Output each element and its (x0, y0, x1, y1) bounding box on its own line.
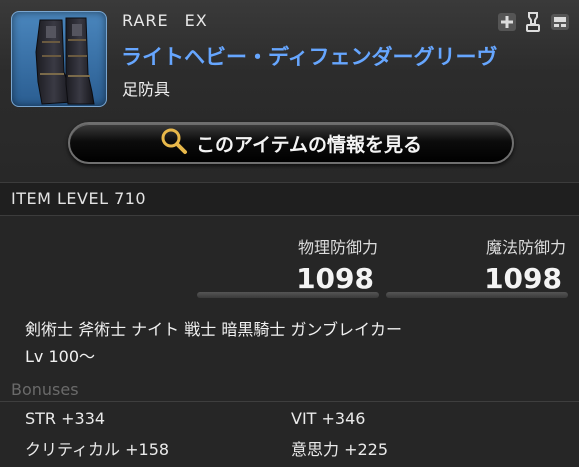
glamour-icon[interactable] (522, 11, 544, 33)
bonus-str: STR +334 (25, 409, 106, 428)
bonuses-title: Bonuses (11, 380, 79, 399)
boots-icon[interactable] (11, 11, 107, 107)
physical-defense-value: 1098 (296, 262, 374, 295)
ex-label: EX (184, 11, 208, 30)
item-name: ライトヘビー・ディフェンダーグリーヴ (121, 45, 498, 69)
bonus-critical: クリティカル +158 (25, 440, 170, 459)
bonus-determination: 意思力 +225 (291, 440, 389, 459)
dye-icon[interactable] (549, 11, 571, 33)
magnifier-icon (160, 127, 188, 159)
magic-defense-value: 1098 (484, 262, 562, 295)
item-header: RARE EX ライトヘビー・ディフェンダーグリーヴ 足防具 このアイテムの情報… (0, 0, 579, 182)
item-level-bar: ITEM LEVEL 710 (0, 182, 579, 216)
magic-defense-bar (386, 292, 568, 298)
item-slot: 足防具 (122, 80, 171, 99)
item-info-button[interactable]: このアイテムの情報を見る (68, 122, 514, 164)
required-level: Lv 100～ (25, 347, 96, 366)
item-rarity: RARE EX (122, 11, 208, 30)
job-list: 剣術士 斧術士 ナイト 戦士 暗黒騎士 ガンブレイカー (25, 320, 402, 339)
item-level: ITEM LEVEL 710 (11, 189, 147, 208)
physical-defense-label: 物理防御力 (297, 238, 378, 257)
bonus-vit: VIT +346 (291, 409, 366, 428)
magic-defense-label: 魔法防御力 (485, 238, 566, 257)
bonuses-divider (0, 401, 579, 402)
item-info-button-label: このアイテムの情報を見る (195, 133, 423, 156)
physical-defense-bar (197, 292, 379, 298)
rarity-label: RARE (122, 11, 169, 30)
plus-icon[interactable] (496, 11, 518, 33)
